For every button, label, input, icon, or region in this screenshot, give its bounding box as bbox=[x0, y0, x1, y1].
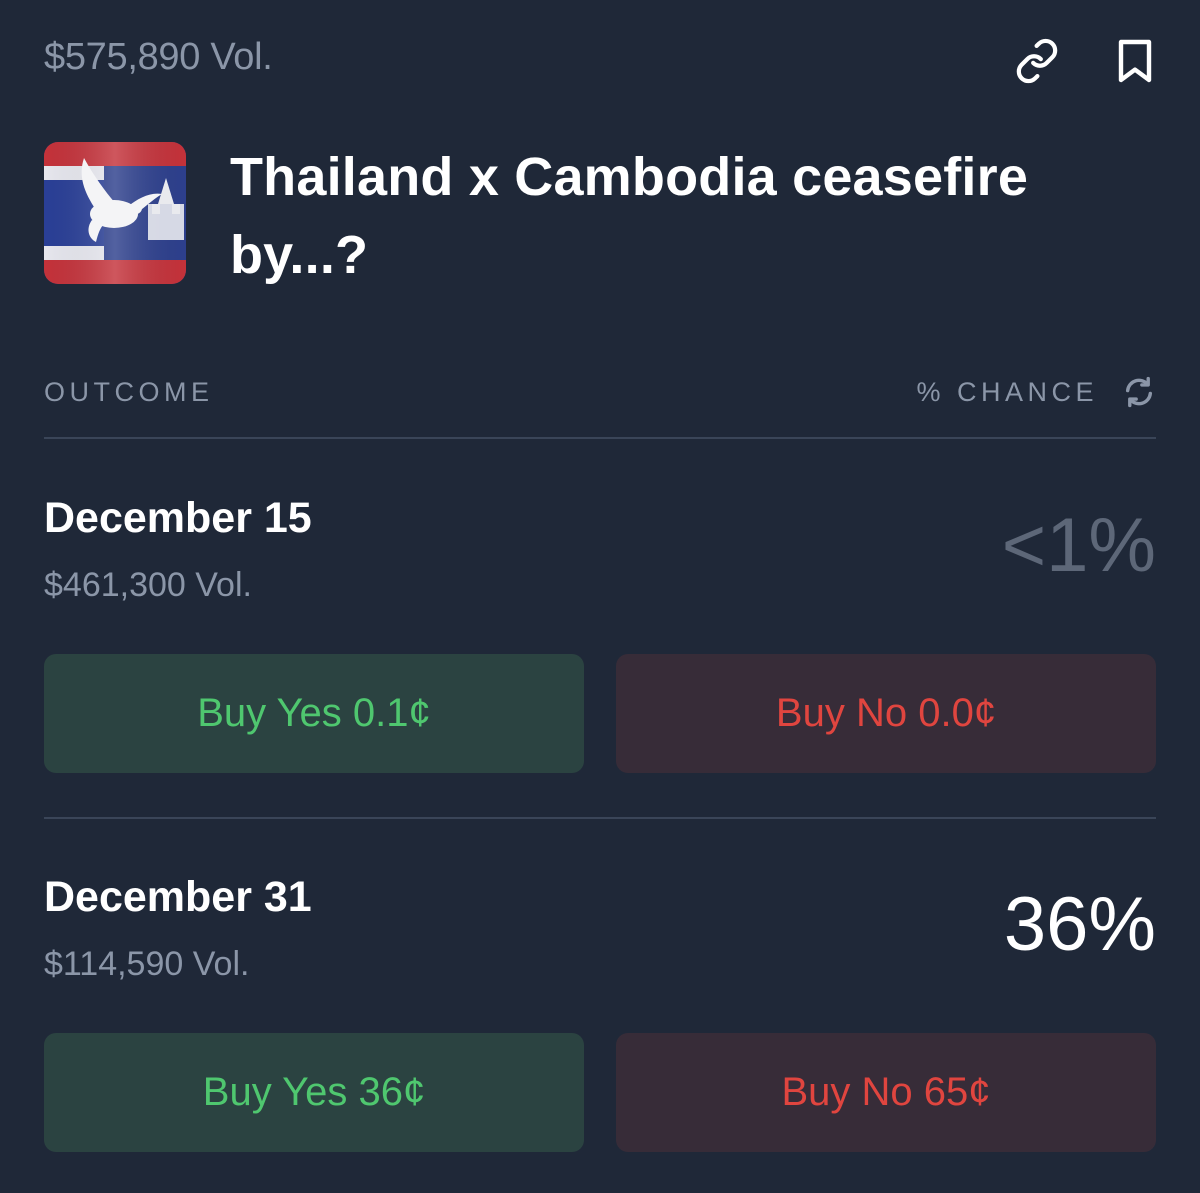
buy-no-button[interactable]: Buy No 0.0¢ bbox=[616, 654, 1156, 773]
bookmark-icon bbox=[1118, 39, 1152, 83]
buy-yes-button[interactable]: Buy Yes 36¢ bbox=[44, 1033, 584, 1152]
chance-column-label: % CHANCE bbox=[916, 376, 1098, 407]
chance-column: % CHANCE bbox=[916, 375, 1156, 409]
market-header: Thailand x Cambodia ceasefire by...? bbox=[44, 142, 1090, 294]
buy-no-button[interactable]: Buy No 65¢ bbox=[616, 1033, 1156, 1152]
outcome-chance: 36% bbox=[1003, 882, 1156, 967]
outcome-column-label: OUTCOME bbox=[44, 376, 214, 407]
outcome-buttons: Buy Yes 0.1¢ Buy No 0.0¢ bbox=[44, 654, 1156, 773]
refresh-icon[interactable] bbox=[1122, 375, 1156, 409]
outcome-volume: $114,590 Vol. bbox=[44, 945, 250, 983]
market-volume: $575,890 Vol. bbox=[44, 36, 273, 78]
header-divider bbox=[44, 437, 1156, 439]
outcome-volume: $461,300 Vol. bbox=[44, 566, 252, 604]
row-divider bbox=[44, 817, 1156, 819]
copy-link-button[interactable] bbox=[1012, 34, 1062, 88]
outcome-buttons: Buy Yes 36¢ Buy No 65¢ bbox=[44, 1033, 1156, 1152]
market-title: Thailand x Cambodia ceasefire by...? bbox=[230, 147, 1029, 285]
outcome-name: December 31 bbox=[44, 873, 312, 921]
outcomes-table-header: OUTCOME % CHANCE bbox=[44, 374, 1156, 410]
link-icon bbox=[1016, 38, 1058, 84]
outcome-row[interactable]: December 15 $461,300 Vol. <1% Buy Yes 0.… bbox=[44, 494, 1156, 814]
market-image bbox=[44, 142, 186, 284]
outcome-name: December 15 bbox=[44, 494, 312, 542]
market-card: $575,890 Vol. Thailand x Cambodia ceasef… bbox=[0, 0, 1200, 1193]
outcome-row[interactable]: December 31 $114,590 Vol. 36% Buy Yes 36… bbox=[44, 873, 1156, 1193]
bookmark-button[interactable] bbox=[1110, 34, 1160, 88]
outcome-chance: <1% bbox=[1001, 503, 1156, 588]
header-actions bbox=[1012, 34, 1160, 88]
buy-yes-button[interactable]: Buy Yes 0.1¢ bbox=[44, 654, 584, 773]
